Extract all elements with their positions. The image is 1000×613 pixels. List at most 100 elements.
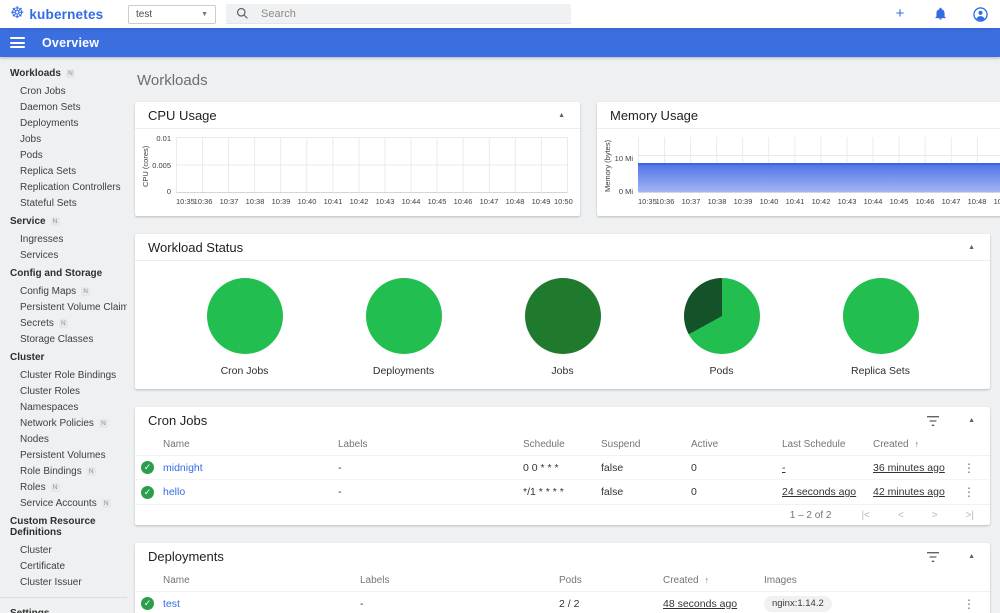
sidebar-item-pods[interactable]: Pods: [0, 147, 127, 163]
memory-y-axis-label: Memory (bytes): [603, 139, 612, 193]
memory-card-title: Memory Usage: [610, 107, 699, 123]
deployment-name-link[interactable]: test: [163, 598, 360, 610]
col-header[interactable]: Labels: [360, 575, 559, 586]
kubernetes-wheel-icon: ☸: [10, 5, 25, 22]
sidebar-section-config-and-storage[interactable]: Config and Storage: [0, 263, 127, 283]
sidebar-section-service[interactable]: Service N: [0, 211, 127, 231]
memory-plot-area: [638, 137, 1000, 193]
collapse-caret-icon[interactable]: ▲: [556, 110, 567, 121]
sidebar-item-replication-controllers[interactable]: Replication Controllers: [0, 179, 127, 195]
col-header[interactable]: Schedule: [523, 439, 601, 450]
sidebar-section-custom-resource-definitions[interactable]: Custom Resource Definitions: [0, 511, 127, 542]
col-header-sorted[interactable]: Created ↑: [873, 439, 956, 450]
cron-jobs-title: Cron Jobs: [148, 413, 208, 428]
collapse-caret-icon[interactable]: ▲: [966, 415, 977, 426]
menu-hamburger-icon[interactable]: [10, 35, 25, 51]
deployments-card: Deployments ▲ Name Labels Pods Created ↑ …: [135, 543, 990, 613]
sidebar-item-role-bindings[interactable]: Role Bindings N: [0, 463, 127, 479]
sort-asc-icon: ↑: [914, 439, 920, 449]
sidebar-item-jobs[interactable]: Jobs: [0, 131, 127, 147]
sidebar-item-persistent-volume-claims[interactable]: Persistent Volume ClaimsN: [0, 299, 127, 315]
kubernetes-logo[interactable]: ☸ kubernetes: [10, 6, 114, 22]
col-header[interactable]: Last Schedule: [782, 439, 873, 450]
last-schedule-cell: 24 seconds ago: [782, 486, 873, 498]
suspend-cell: false: [601, 461, 624, 474]
col-header[interactable]: Name: [163, 439, 338, 450]
filter-funnel-icon[interactable]: [926, 551, 940, 563]
sidebar-section-label: Service: [10, 216, 46, 227]
sidebar-item-replica-sets[interactable]: Replica Sets: [0, 163, 127, 179]
sidebar-item-roles[interactable]: Roles N: [0, 479, 127, 495]
created-value[interactable]: 36 minutes ago: [873, 462, 945, 474]
sidebar-item-config-maps[interactable]: Config Maps N: [0, 283, 127, 299]
pie-chart-jobs[interactable]: [524, 278, 601, 354]
pie-chart-deployments[interactable]: [365, 278, 442, 354]
memory-area-series: [638, 163, 1000, 192]
sidebar-item-label: Stateful Sets: [20, 197, 77, 209]
sidebar-item-services[interactable]: Services: [0, 247, 127, 263]
cronjob-name-link[interactable]: midnight: [163, 462, 338, 474]
sidebar-section-label: Custom Resource Definitions: [10, 516, 96, 538]
active-cell: 0: [691, 461, 697, 474]
sidebar-item-label: Cluster Roles: [20, 385, 81, 397]
sidebar-item-daemon-sets[interactable]: Daemon Sets: [0, 99, 127, 115]
sidebar-item-cluster-issuer[interactable]: Cluster Issuer: [0, 574, 127, 590]
col-header[interactable]: Suspend: [601, 439, 691, 450]
sidebar-item-cron-jobs[interactable]: Cron Jobs: [0, 83, 127, 99]
created-value[interactable]: 42 minutes ago: [873, 486, 945, 498]
prev-page-icon[interactable]: <: [898, 510, 904, 521]
col-header[interactable]: Images: [764, 575, 956, 586]
sidebar-item-cluster-roles[interactable]: Cluster Roles: [0, 383, 127, 399]
row-menu-kebab-icon[interactable]: ⋮: [956, 597, 982, 611]
pie-chart-cron-jobs[interactable]: [206, 278, 283, 354]
created-value[interactable]: 48 seconds ago: [663, 598, 737, 610]
sidebar-item-service-accounts[interactable]: Service Accounts N: [0, 495, 127, 511]
sidebar-item-label: Cluster Role Bindings: [20, 369, 117, 381]
collapse-caret-icon[interactable]: ▲: [966, 551, 977, 562]
col-header[interactable]: Active: [691, 439, 782, 450]
row-menu-kebab-icon[interactable]: ⋮: [956, 485, 982, 499]
sidebar-item-storage-classes[interactable]: Storage Classes: [0, 331, 127, 347]
filter-funnel-icon[interactable]: [926, 415, 940, 427]
sidebar-item-cluster-role-bindings[interactable]: Cluster Role Bindings: [0, 367, 127, 383]
sidebar-item-certificate[interactable]: Certificate: [0, 558, 127, 574]
search-bar[interactable]: [226, 4, 571, 24]
col-header[interactable]: Pods: [559, 575, 663, 586]
namespace-select[interactable]: test ▼: [128, 4, 216, 24]
pie-chart-pods[interactable]: [683, 278, 760, 354]
notifications-bell-icon[interactable]: [932, 6, 948, 22]
sidebar-item-network-policies[interactable]: Network Policies N: [0, 415, 127, 431]
sidebar-item-deployments[interactable]: Deployments: [0, 115, 127, 131]
last-schedule-value[interactable]: 24 seconds ago: [782, 486, 856, 498]
sidebar-item-settings[interactable]: Settings: [0, 602, 127, 613]
sidebar-section-label: Cluster: [10, 352, 45, 363]
sidebar-item-label: Role Bindings: [20, 465, 82, 477]
sidebar-item-namespaces[interactable]: Namespaces: [0, 399, 127, 415]
sidebar-item-nodes[interactable]: Nodes: [0, 431, 127, 447]
search-input[interactable]: [261, 7, 561, 20]
sidebar-item-stateful-sets[interactable]: Stateful Sets: [0, 195, 127, 211]
first-page-icon[interactable]: |<: [861, 510, 869, 521]
sidebar-section-label: Config and Storage: [10, 268, 103, 279]
sidebar-section-cluster[interactable]: Cluster: [0, 347, 127, 367]
x-tick-label: 10:42: [811, 197, 831, 206]
last-page-icon[interactable]: >|: [966, 510, 974, 521]
pie-chart-replica-sets[interactable]: [842, 278, 919, 354]
user-profile-icon[interactable]: [972, 6, 988, 22]
x-tick-label: 10:41: [785, 197, 805, 206]
create-plus-icon[interactable]: +: [892, 6, 908, 22]
sidebar-item-cluster[interactable]: Cluster: [0, 542, 127, 558]
sidebar-item-secrets[interactable]: Secrets N: [0, 315, 127, 331]
collapse-caret-icon[interactable]: ▲: [966, 242, 977, 253]
table-row: ✓ test - 2 / 2 48 seconds ago nginx:1.14.2 ⋮: [135, 592, 990, 613]
sidebar-item-ingresses[interactable]: Ingresses: [0, 231, 127, 247]
col-header-sorted[interactable]: Created ↑: [663, 575, 764, 586]
last-schedule-value[interactable]: -: [782, 462, 786, 474]
cronjob-name-link[interactable]: hello: [163, 486, 338, 498]
sidebar-item-persistent-volumes[interactable]: Persistent Volumes: [0, 447, 127, 463]
col-header[interactable]: Name: [163, 575, 360, 586]
sidebar-section-workloads[interactable]: Workloads N: [0, 63, 127, 83]
col-header[interactable]: Labels: [338, 439, 523, 450]
row-menu-kebab-icon[interactable]: ⋮: [956, 461, 982, 475]
next-page-icon[interactable]: >: [932, 510, 938, 521]
